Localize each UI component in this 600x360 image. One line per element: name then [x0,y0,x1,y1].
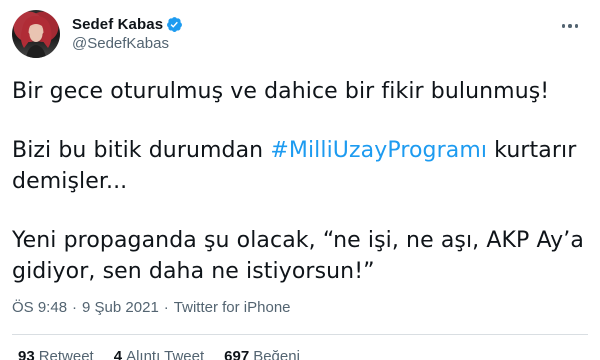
avatar[interactable] [12,10,60,58]
tweet-header: Sedef Kabas @SedefKabas [12,10,588,62]
author-display-name[interactable]: Sedef Kabas [72,16,163,33]
likes-stat[interactable]: 697 Beğeni [224,348,300,360]
tweet-paragraph-1: Bir gece oturulmuş ve dahice bir fikir b… [12,79,550,104]
name-row: Sedef Kabas [72,14,183,34]
author-handle[interactable]: @SedefKabas [72,35,183,52]
likes-count: 697 [224,348,250,360]
retweets-stat[interactable]: 93 Retweet [18,348,94,360]
more-dot-icon [568,24,572,28]
hashtag-link[interactable]: #MilliUzayProgramı [270,138,487,163]
quotes-count: 4 [113,348,123,360]
more-dot-icon [574,24,579,28]
author-info: Sedef Kabas @SedefKabas [72,14,183,52]
avatar-image-icon [20,16,52,58]
quotes-stat[interactable]: 4 Alıntı Tweet [114,348,204,360]
likes-label: Beğeni [253,348,300,360]
retweets-count: 93 [18,348,35,360]
more-options-button[interactable] [558,14,582,38]
tweet-source[interactable]: Twitter for iPhone [174,299,291,316]
divider [12,334,588,335]
tweet-date[interactable]: 9 Şub 2021 [82,299,159,316]
tweet-text: Bir gece oturulmuş ve dahice bir fikir b… [12,76,584,315]
retweets-label: Retweet [38,348,94,360]
more-dot-icon [561,24,566,28]
tweet-text-segment: Bizi bu bitik durumdan [12,138,271,163]
meta-separator: · [163,299,169,316]
tweet-paragraph-3: Yeni propaganda şu olacak, “ne işi, ne a… [12,228,584,284]
verified-badge-icon [167,16,183,32]
tweet-card: Sedef Kabas @SedefKabas Bir gece oturulm… [0,0,600,360]
tweet-paragraph-2: Bizi bu bitik durumdan #MilliUzayProgram… [12,135,584,197]
quotes-label: Alıntı Tweet [126,348,205,360]
meta-separator: · [72,299,78,316]
tweet-meta: ÖS 9:48 · 9 Şub 2021 · Twitter for iPhon… [12,299,291,316]
tweet-stats: 93 Retweet 4 Alıntı Tweet 697 Beğeni [18,348,320,360]
tweet-time[interactable]: ÖS 9:48 [12,299,67,316]
